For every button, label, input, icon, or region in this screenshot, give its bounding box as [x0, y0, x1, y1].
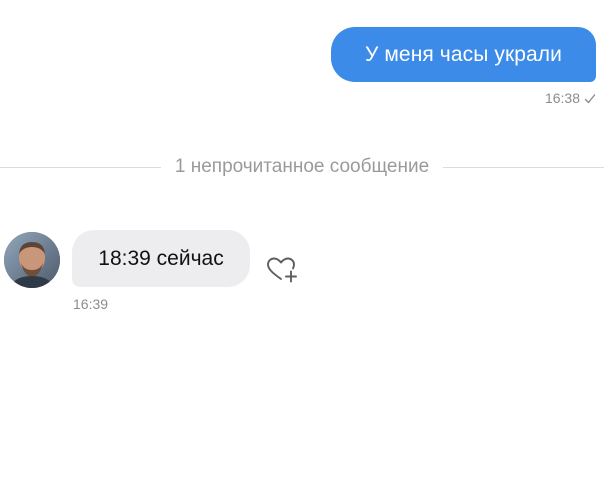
outgoing-message-text: У меня часы украли: [365, 42, 562, 66]
separator-line-left: [0, 166, 161, 168]
check-icon: [584, 92, 596, 104]
add-reaction-button[interactable]: [264, 254, 300, 286]
unread-separator-label: 1 непрочитанное сообщение: [174, 156, 430, 177]
sender-avatar[interactable]: [4, 232, 60, 288]
outgoing-message-time: 16:38: [544, 90, 580, 106]
outgoing-message-bubble[interactable]: У меня часы украли: [331, 27, 596, 82]
incoming-message-bubble[interactable]: 18:39 сейчас: [72, 230, 250, 287]
separator-line-right: [443, 166, 604, 168]
incoming-message-time: 16:39: [73, 296, 109, 312]
chat-view: У меня часы украли 16:38 1 непрочитанное…: [0, 0, 604, 479]
outgoing-message-meta: 16:38: [545, 90, 596, 106]
heart-plus-icon: [264, 257, 300, 290]
unread-separator: 1 непрочитанное сообщение: [0, 154, 604, 180]
incoming-message-text: 18:39 сейчас: [98, 246, 224, 270]
